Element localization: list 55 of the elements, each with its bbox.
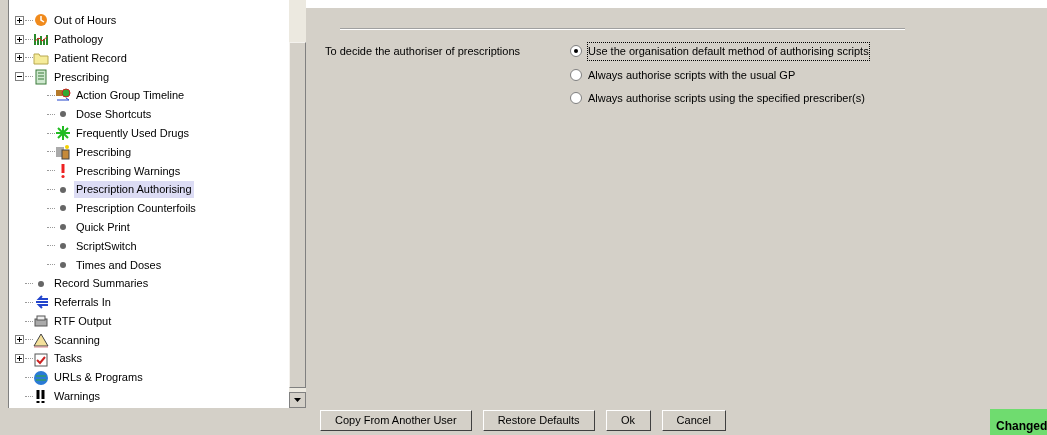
tree-item[interactable]: Quick Print <box>74 218 132 236</box>
tree-item[interactable]: Dose Shortcuts <box>74 106 154 123</box>
scanner-icon <box>33 331 49 348</box>
tree-item[interactable]: ScriptSwitch <box>74 237 139 255</box>
tree-item[interactable]: RTF Output <box>52 312 114 330</box>
globe-icon <box>33 369 49 386</box>
tree-item[interactable]: Times and Doses <box>74 256 164 273</box>
tree-item[interactable]: Prescribing Warnings <box>74 162 183 179</box>
tree-item[interactable]: URLs & Programs <box>52 369 145 386</box>
radio-label[interactable]: Always authorise scripts using the specified prescriber(s) <box>588 90 865 107</box>
chart-icon <box>33 31 49 48</box>
expand-toggle[interactable] <box>15 53 24 63</box>
bottle-icon <box>55 143 71 160</box>
asterisk-icon <box>55 125 71 142</box>
dialog-button[interactable]: Cancel <box>661 410 726 431</box>
notepad-icon <box>33 68 49 85</box>
radio-button[interactable] <box>570 68 582 81</box>
checkbox-icon <box>33 350 49 367</box>
radio-button[interactable] <box>570 92 582 105</box>
down-arrow-icon <box>294 398 301 402</box>
tree-item[interactable]: Scanning <box>52 331 102 349</box>
tree-item[interactable]: Warnings <box>52 388 103 405</box>
tree-item[interactable]: Record Summaries <box>52 275 151 292</box>
tree-item[interactable]: Tasks <box>52 350 85 367</box>
tree-item[interactable]: Prescription Authorising <box>74 181 194 198</box>
tree-item[interactable]: Patient Record <box>52 49 129 67</box>
tree-item[interactable]: Out of Hours <box>52 12 119 29</box>
expand-toggle[interactable] <box>15 15 24 25</box>
radio-label[interactable]: Always authorise scripts with the usual GP <box>588 66 796 83</box>
clock-icon <box>33 12 49 29</box>
status-badge: Changed <box>990 409 1047 435</box>
tree-item[interactable]: Referrals In <box>52 294 113 311</box>
tree-item[interactable]: Action Group Timeline <box>74 87 187 104</box>
printer-icon <box>33 313 49 330</box>
dialog-button[interactable]: Restore Defaults <box>482 410 595 431</box>
collapse-toggle[interactable] <box>15 72 24 82</box>
scroll-down-button[interactable] <box>289 392 306 408</box>
radio-button[interactable] <box>570 45 582 58</box>
expand-toggle[interactable] <box>15 354 24 364</box>
expand-toggle[interactable] <box>15 34 24 44</box>
dialog-button[interactable]: Ok <box>605 410 651 431</box>
expand-toggle[interactable] <box>15 335 24 345</box>
setting-label: To decide the authoriser of prescriptions <box>325 44 522 59</box>
tree-item[interactable]: Prescribing <box>74 143 134 161</box>
tree-item[interactable]: Pathology <box>52 30 105 48</box>
tree-item[interactable]: Frequently Used Drugs <box>74 124 192 142</box>
tree-item[interactable]: Prescribing <box>52 68 112 86</box>
radio-label[interactable]: Use the organisation default method of authorising scripts <box>588 43 869 60</box>
tree-item[interactable]: Prescription Counterfoils <box>74 200 198 217</box>
timeline-icon <box>55 87 71 104</box>
folder-icon <box>33 50 49 66</box>
scrollbar-thumb[interactable] <box>289 42 306 388</box>
scrollbar[interactable] <box>289 0 306 408</box>
arrow-icon <box>33 294 49 311</box>
dialog-button[interactable]: Copy From Another User <box>320 410 472 431</box>
